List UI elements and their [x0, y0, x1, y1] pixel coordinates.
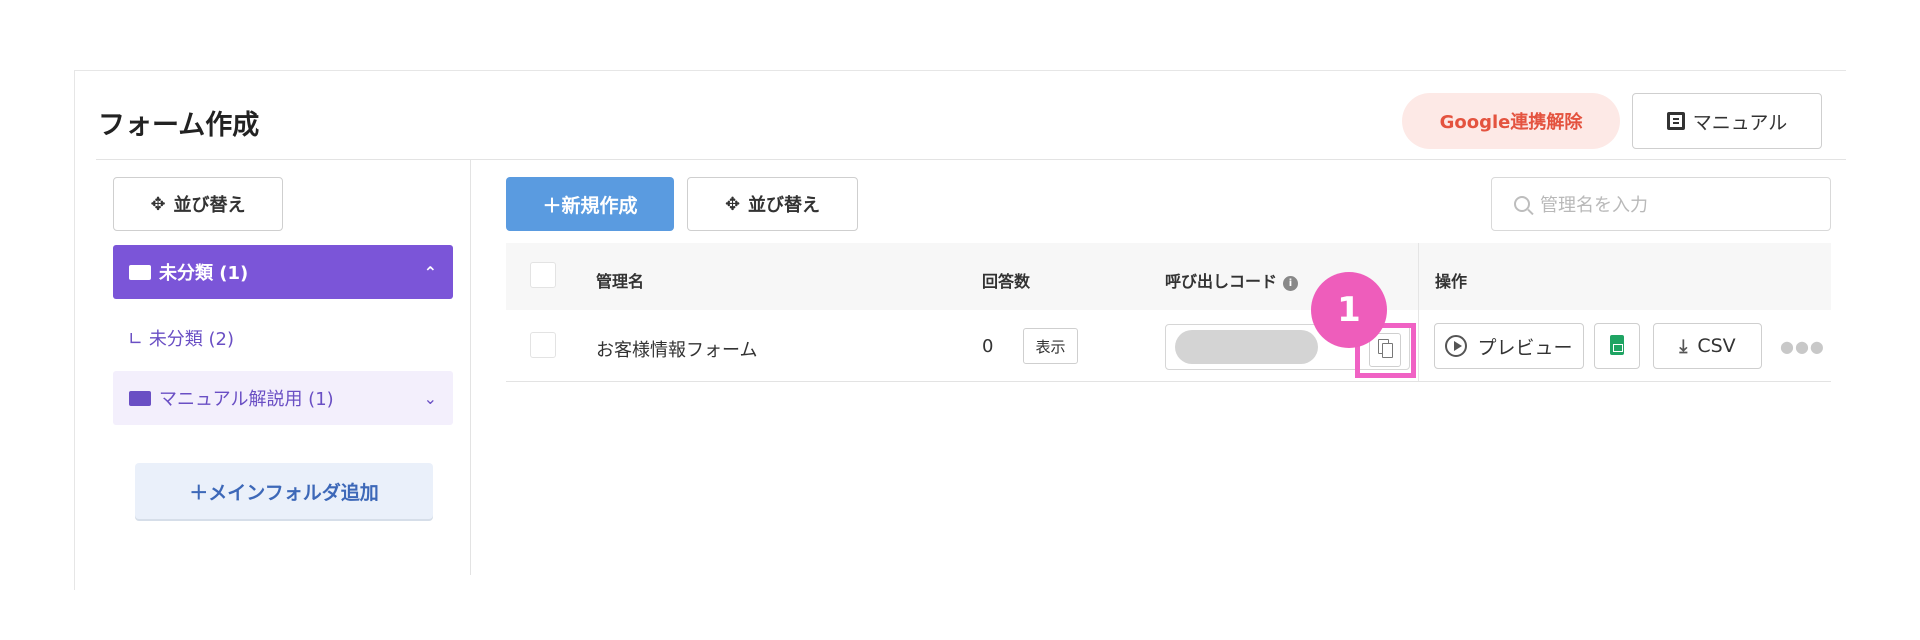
column-header-responses: 回答数: [982, 272, 1031, 291]
folder-item-uncategorized[interactable]: 未分類 (1) ⌃: [113, 245, 453, 299]
column-header-name: 管理名: [596, 272, 645, 291]
folder-open-icon: [129, 264, 151, 280]
preview-button[interactable]: プレビュー: [1434, 323, 1584, 369]
reorder-button[interactable]: ✥ 並び替え: [687, 177, 858, 231]
csv-download-button[interactable]: ⤓ CSV: [1653, 323, 1762, 369]
column-header-actions: 操作: [1435, 272, 1468, 291]
column-header-code-label: 呼び出しコード: [1165, 272, 1278, 291]
header-divider: [96, 159, 1846, 160]
add-main-folder-button[interactable]: ＋メインフォルダ追加: [135, 463, 433, 519]
chevron-down-icon[interactable]: ⌄: [424, 389, 437, 408]
move-icon: ✥: [150, 193, 166, 215]
form-name[interactable]: お客様情報フォーム: [596, 336, 757, 362]
step-marker: 1: [1311, 272, 1387, 348]
embed-code-redacted: [1175, 330, 1318, 364]
more-options-icon[interactable]: ●●●: [1780, 337, 1825, 356]
move-icon: ✥: [724, 193, 741, 215]
select-all-checkbox[interactable]: [530, 262, 556, 288]
response-count: 0: [982, 336, 994, 357]
manual-button-label: マニュアル: [1692, 111, 1788, 134]
download-icon: ⤓: [1679, 335, 1688, 357]
folder-label: マニュアル解説用 (1): [159, 389, 334, 410]
subfolder-branch-icon: ∟: [128, 329, 149, 350]
show-responses-button[interactable]: 表示: [1023, 328, 1078, 364]
play-icon: [1445, 335, 1468, 357]
folder-icon: [129, 390, 151, 406]
info-icon[interactable]: i: [1283, 276, 1299, 291]
search-input[interactable]: 管理名を入力: [1491, 177, 1831, 231]
search-icon: [1514, 196, 1530, 212]
folder-item-manual[interactable]: マニュアル解説用 (1) ⌄: [113, 371, 453, 425]
google-sheets-icon: [1610, 335, 1624, 355]
column-divider: [1418, 243, 1419, 382]
page-title: フォーム作成: [98, 110, 260, 141]
csv-label: CSV: [1697, 335, 1736, 357]
new-form-button[interactable]: ＋新規作成: [506, 177, 674, 231]
book-icon: [1666, 112, 1685, 130]
row-checkbox[interactable]: [530, 332, 556, 358]
subfolder-label: 未分類 (2): [148, 329, 235, 350]
subfolder-item[interactable]: ∟ 未分類 (2): [128, 325, 234, 351]
column-header-code: 呼び出しコード i: [1165, 268, 1299, 292]
chevron-up-icon[interactable]: ⌃: [424, 263, 437, 282]
preview-label: プレビュー: [1477, 336, 1573, 359]
folder-label: 未分類 (1): [159, 263, 249, 284]
row-divider: [506, 381, 1831, 382]
manual-button[interactable]: マニュアル: [1632, 93, 1822, 149]
search-placeholder: 管理名を入力: [1540, 195, 1648, 216]
reorder-label: 並び替え: [748, 195, 821, 216]
google-unlink-button[interactable]: Google連携解除: [1402, 93, 1620, 149]
sidebar-reorder-button[interactable]: ✥ 並び替え: [113, 177, 283, 231]
sidebar-reorder-label: 並び替え: [173, 195, 246, 216]
sidebar-divider: [470, 160, 471, 575]
